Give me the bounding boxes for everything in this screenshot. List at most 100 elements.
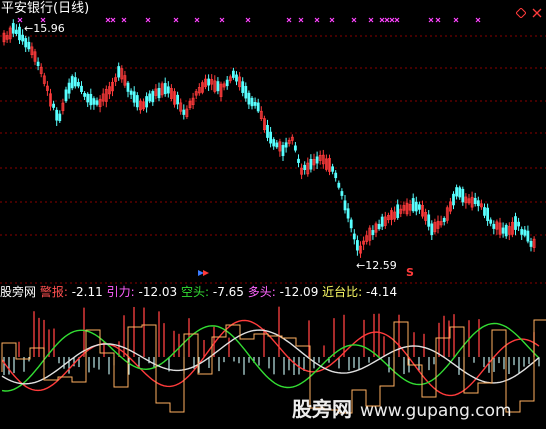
candle-body (396, 204, 400, 218)
candle-body (117, 66, 121, 78)
candle-body (36, 61, 40, 66)
candle-body (21, 34, 25, 42)
signal-cross (329, 17, 335, 23)
signal-cross (435, 17, 441, 23)
candle-body (18, 26, 21, 41)
candle-body (24, 38, 28, 48)
candle-body (455, 187, 459, 197)
candle-body (135, 95, 139, 108)
candle-body (486, 207, 490, 221)
candle-body (225, 79, 229, 87)
signal-cross (17, 17, 23, 23)
candle-body (77, 82, 80, 87)
candle-body (346, 208, 350, 219)
candle-body (303, 164, 307, 171)
candle-body (73, 77, 77, 87)
candle-body (253, 102, 257, 106)
candle-body (148, 93, 152, 102)
candle-body (492, 223, 496, 229)
candle-body (411, 198, 415, 212)
chart-canvas (0, 17, 546, 414)
candle-body (80, 85, 83, 92)
price-grid (0, 35, 546, 284)
candle-body (163, 83, 167, 95)
candle-body (340, 191, 344, 196)
signal-cross (286, 17, 292, 23)
candle-body (355, 240, 359, 251)
candle-body (266, 125, 269, 138)
signal-cross (389, 17, 395, 23)
candle-body (371, 230, 375, 236)
candle-body (526, 230, 530, 242)
candle-body (157, 88, 161, 99)
candle-body (337, 182, 341, 188)
candle-body (514, 216, 517, 230)
watermark: 股旁网 www.gupang.com (292, 397, 512, 421)
low-price-label: ←12.59 (356, 259, 397, 272)
candle-body (89, 93, 93, 106)
signal-cross (245, 17, 251, 23)
candle-body (331, 166, 335, 172)
candle-body (64, 89, 68, 102)
candle-body (52, 103, 55, 108)
signal-cross (368, 17, 374, 23)
candle-body (452, 193, 455, 206)
candle-body (315, 156, 319, 164)
signal-cross (105, 17, 111, 23)
candle-body (55, 109, 59, 121)
triangle-marker (203, 270, 209, 276)
diamond-icon[interactable] (515, 3, 527, 19)
signal-cross (219, 17, 225, 23)
candle-body (427, 214, 431, 227)
candle-body (483, 207, 486, 216)
candle-body (297, 158, 300, 163)
candle-body (517, 221, 520, 227)
candle-body (349, 219, 353, 229)
candle-body (284, 142, 288, 148)
candle-body (250, 97, 254, 107)
candle-body (458, 187, 462, 198)
candle-body (86, 93, 90, 103)
candle-body (256, 102, 260, 112)
candle-body (501, 227, 505, 234)
signal-cross (351, 17, 357, 23)
candle-body (489, 219, 493, 224)
candle-body (241, 81, 245, 93)
signal-cross (453, 17, 459, 23)
candle-body (352, 233, 356, 240)
candle-body (461, 188, 465, 203)
legend-gravity: 引力: -12.03 (106, 285, 178, 299)
candle-body (27, 41, 31, 50)
candle-body (70, 76, 74, 89)
candle-body (417, 204, 421, 210)
candle-body (244, 85, 248, 99)
close-icon[interactable] (532, 3, 542, 18)
candle-body (151, 91, 155, 103)
candle-body (380, 216, 384, 227)
legend-short: 空头: -7.65 (181, 285, 244, 299)
signal-cross (428, 17, 434, 23)
chart-title: 平安银行(日线) (1, 1, 90, 16)
candle-body (272, 139, 276, 147)
candle-body (269, 131, 273, 144)
candle-body (182, 109, 186, 115)
candle-body (132, 91, 136, 103)
candlestick-series (2, 19, 536, 258)
legend-ratio: 近台比: -4.14 (322, 285, 398, 299)
candle-body (281, 145, 285, 157)
candle-body (126, 82, 130, 92)
legend-alarm: 警报: -2.11 (39, 285, 103, 299)
indicator-name: 股旁网 (0, 285, 37, 299)
signal-cross (110, 17, 116, 23)
candle-body (473, 197, 477, 205)
candle-body (176, 94, 180, 105)
candle-body (129, 90, 133, 95)
candle-body (442, 217, 446, 222)
candle-body (83, 92, 86, 97)
candle-body (247, 92, 251, 105)
candle-body (377, 223, 381, 230)
candle-body (275, 142, 279, 148)
signal-cross (379, 17, 385, 23)
signal-cross (384, 17, 390, 23)
candle-body (529, 240, 533, 247)
